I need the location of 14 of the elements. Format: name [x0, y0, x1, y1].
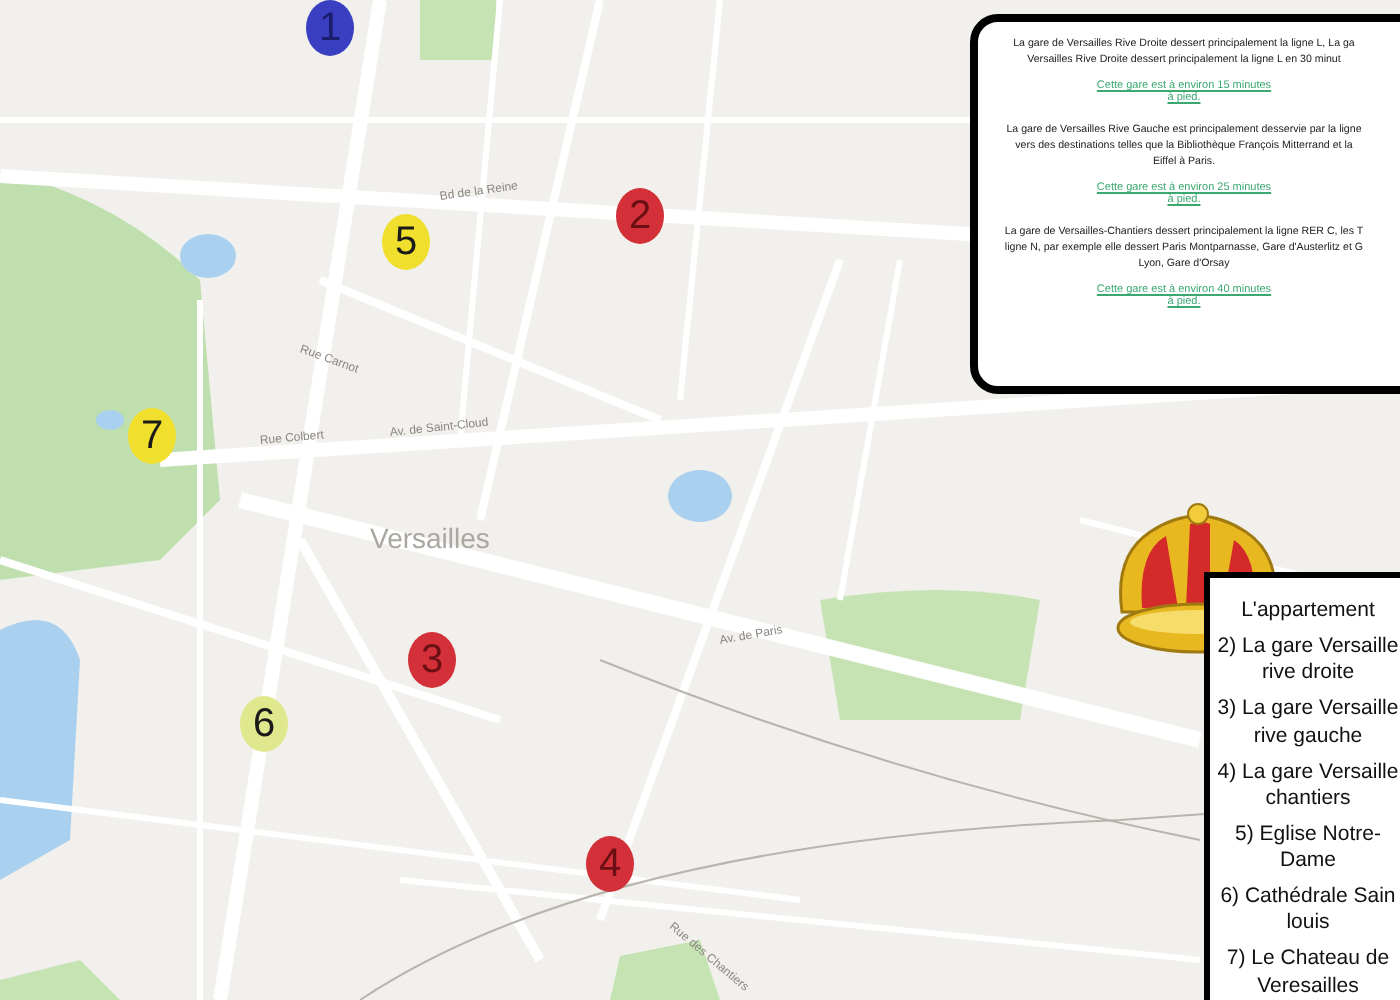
legend-entry-line: louis	[1286, 910, 1330, 937]
street-label: Versailles	[370, 524, 490, 552]
legend-entry-line: 6) Cathédrale Sain	[1220, 884, 1396, 911]
legend-entry-line: rive gauche	[1253, 723, 1363, 750]
legend-entry-line: Veresailles	[1257, 973, 1359, 1000]
legend-entry-line: L'appartement	[1241, 598, 1375, 625]
legend-entry-line: rive droite	[1261, 660, 1355, 687]
legend-entry-line: 7) Le Chateau de	[1226, 946, 1390, 973]
legend-entry-line: 3) La gare Versaille	[1217, 696, 1399, 723]
legend-entry-line: 4) La gare Versaille	[1217, 759, 1399, 786]
legend-entry-line: Dame	[1279, 848, 1336, 875]
legend-entry-line: 5) Eglise Notre-	[1235, 821, 1381, 848]
legend-entry-line: chantiers	[1265, 785, 1351, 812]
legend-entry-line: 2) La gare Versaille	[1217, 634, 1399, 661]
